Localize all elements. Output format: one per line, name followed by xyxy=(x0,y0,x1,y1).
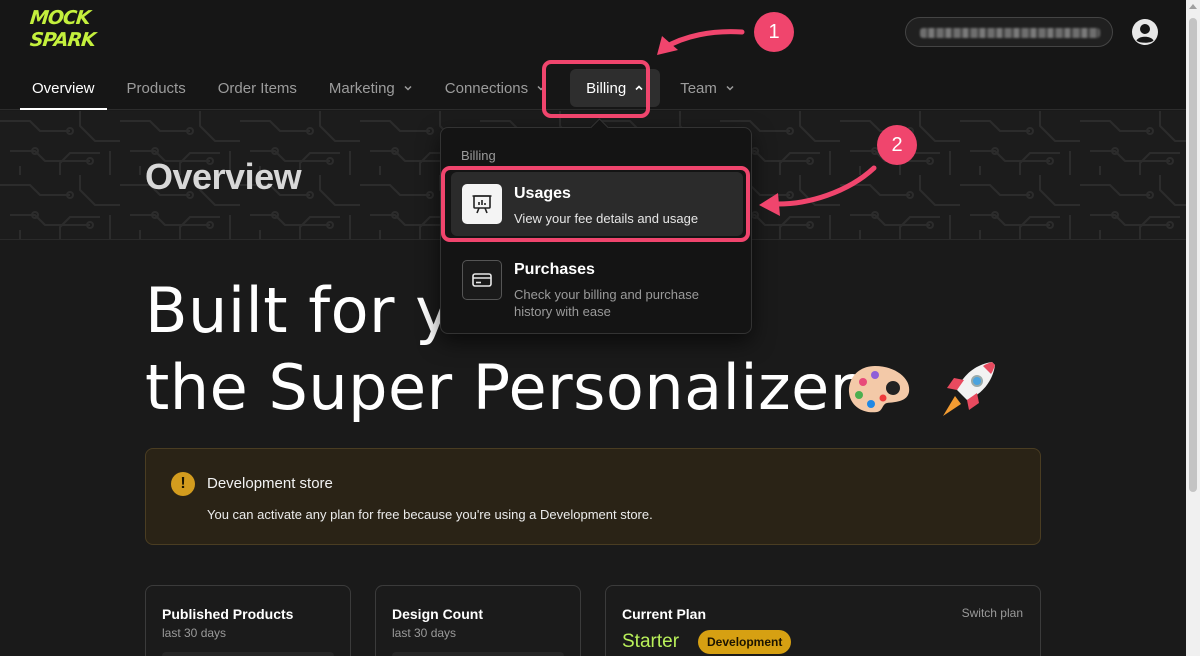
credit-card-icon xyxy=(462,260,502,300)
tab-label: Order Items xyxy=(217,79,297,97)
menu-item-description: Check your billing and purchase history … xyxy=(514,287,699,319)
chevron-down-icon xyxy=(404,85,412,91)
tab-overview[interactable]: Overview xyxy=(20,66,107,110)
menu-item-title: Purchases xyxy=(514,261,595,278)
page-scrollbar[interactable] xyxy=(1186,0,1200,656)
tab-label: Marketing xyxy=(328,79,395,97)
tab-label: Overview xyxy=(32,79,95,97)
usages-highlight xyxy=(441,166,750,242)
logo-line-2: SPARK xyxy=(28,29,97,51)
user-circle-icon[interactable] xyxy=(1131,18,1159,46)
card-value-placeholder xyxy=(162,652,334,656)
logo-line-1: MOCK xyxy=(28,7,91,29)
card-title: Design Count xyxy=(392,606,483,622)
design-count-card: Design Count last 30 days xyxy=(375,585,581,656)
app-logo[interactable]: MOCK SPARK xyxy=(28,7,120,57)
scroll-up-icon[interactable] xyxy=(1189,4,1197,9)
card-subtitle: last 30 days xyxy=(162,626,227,640)
tab-label: Connections xyxy=(444,79,529,97)
tab-label: Team xyxy=(680,79,717,97)
warning-icon: ! xyxy=(171,472,195,496)
tab-order-items[interactable]: Order Items xyxy=(206,66,309,110)
card-title: Current Plan xyxy=(622,606,707,622)
card-value-placeholder xyxy=(392,652,564,656)
tab-team[interactable]: Team xyxy=(668,66,747,110)
notice-title: Development store xyxy=(207,475,333,492)
dropdown-header: Billing xyxy=(461,148,496,163)
step-2-badge: 2 xyxy=(877,125,917,165)
menu-item-purchases[interactable]: Purchases Check your billing and purchas… xyxy=(451,248,743,320)
development-store-notice: ! Development store You can activate any… xyxy=(145,448,1041,545)
tab-marketing[interactable]: Marketing xyxy=(317,66,425,110)
tab-label: Products xyxy=(126,79,186,97)
page-title: Overview xyxy=(145,156,302,197)
current-plan-card: Current Plan Switch plan Starter Develop… xyxy=(605,585,1041,656)
card-subtitle: last 30 days xyxy=(392,626,457,640)
chevron-down-icon xyxy=(726,85,734,91)
tab-connections[interactable]: Connections xyxy=(433,66,558,110)
redacted-store-name xyxy=(920,28,1100,38)
published-products-card: Published Products last 30 days xyxy=(145,585,351,656)
palette-rocket-emoji-icon xyxy=(848,362,995,416)
billing-highlight xyxy=(542,60,650,118)
switch-plan-link[interactable]: Switch plan xyxy=(962,606,1023,620)
store-selector[interactable] xyxy=(905,17,1113,47)
step-1-badge: 1 xyxy=(754,12,794,52)
hero-line-2: the Super Personalizer xyxy=(145,351,856,424)
scrollbar-thumb[interactable] xyxy=(1189,18,1197,492)
card-title: Published Products xyxy=(162,606,294,622)
plan-name: Starter xyxy=(622,631,680,652)
notice-body: You can activate any plan for free becau… xyxy=(207,507,653,522)
plan-badge: Development xyxy=(698,630,792,654)
tab-products[interactable]: Products xyxy=(115,66,198,110)
